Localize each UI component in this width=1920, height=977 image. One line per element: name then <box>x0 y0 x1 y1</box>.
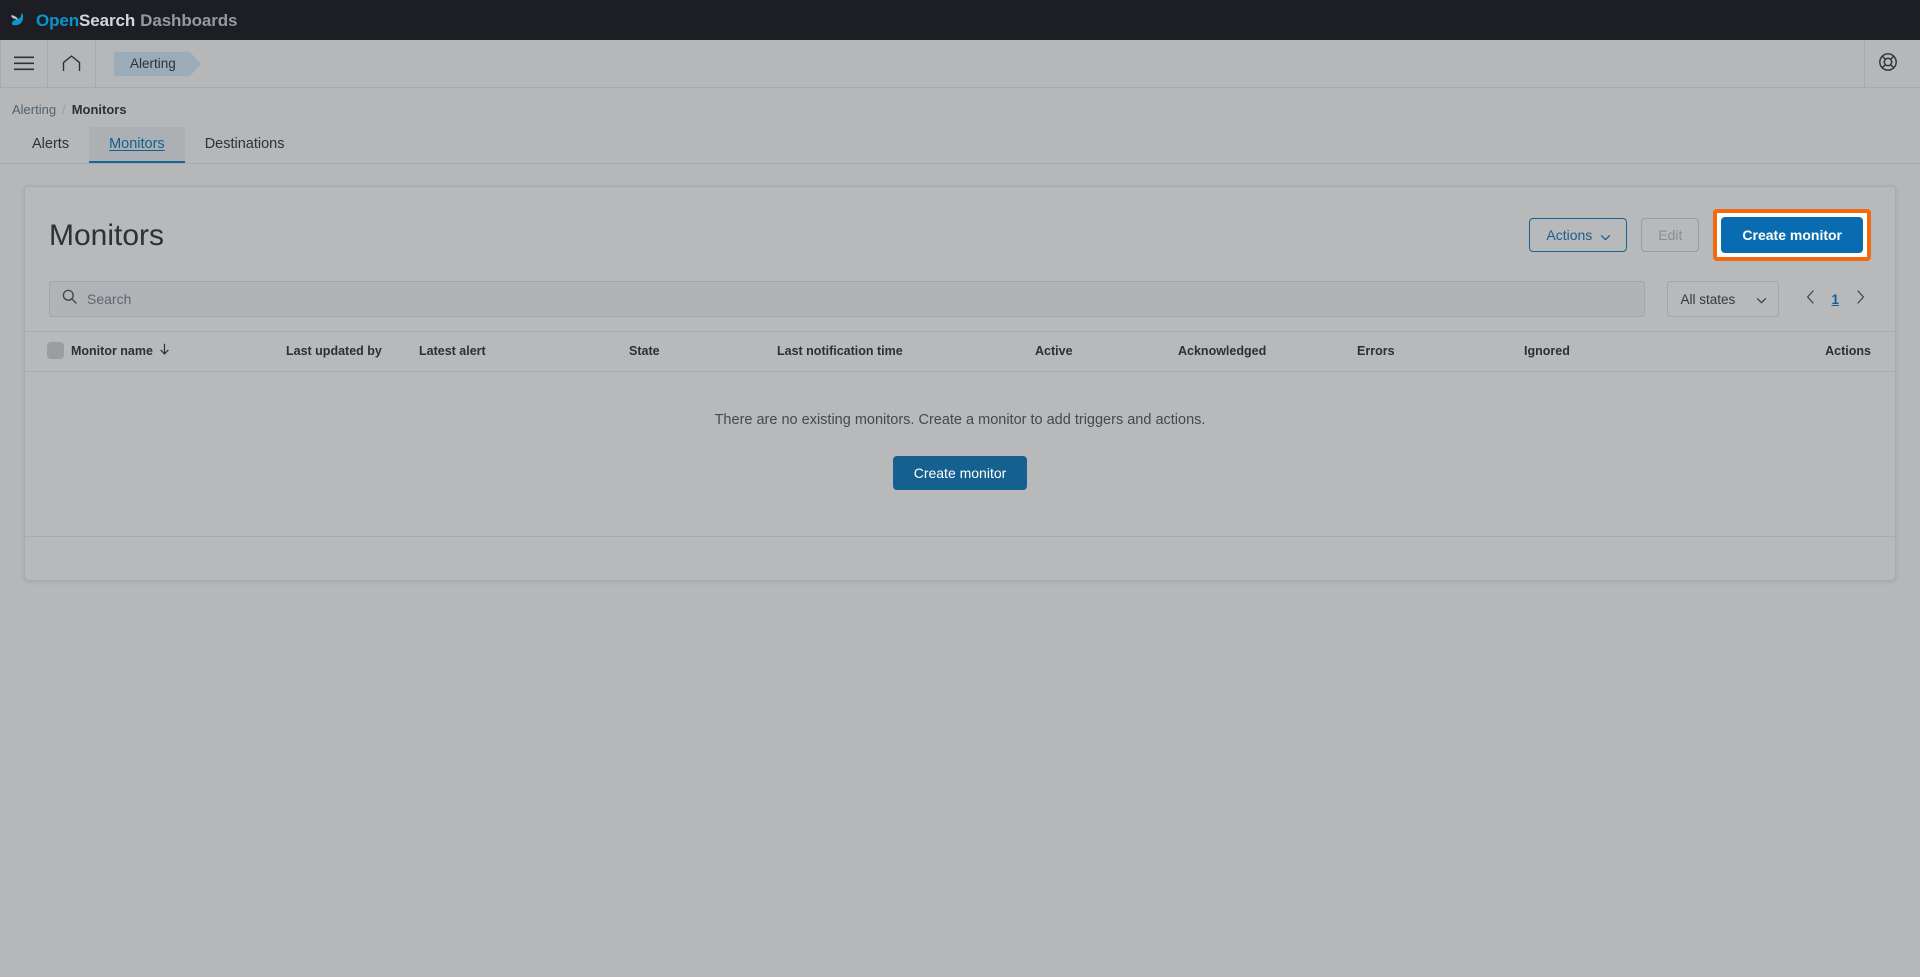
home-icon <box>62 55 81 72</box>
state-filter-label: All states <box>1680 291 1736 307</box>
edit-button[interactable]: Edit <box>1641 218 1700 252</box>
th-last-updated-by: Last updated by <box>286 331 419 372</box>
tab-monitors[interactable]: Monitors <box>89 127 185 163</box>
page-header: Alerting / Monitors Alerts Monitors Dest… <box>0 88 1920 164</box>
actions-button[interactable]: Actions <box>1529 218 1628 252</box>
chevron-down-icon <box>1756 294 1767 304</box>
th-acknowledged: Acknowledged <box>1178 331 1357 372</box>
help-button[interactable] <box>1864 40 1910 88</box>
th-errors: Errors <box>1357 331 1524 372</box>
opensearch-logo-icon <box>8 9 30 31</box>
monitors-table-body: There are no existing monitors. Create a… <box>25 372 1895 537</box>
th-acknowledged-label: Acknowledged <box>1178 343 1267 358</box>
monitors-table-header: Monitor name Last updated by Latest aler… <box>25 331 1895 372</box>
tab-bar: Alerts Monitors Destinations <box>12 127 1920 163</box>
th-select-all <box>25 331 71 372</box>
th-active-label: Active <box>1035 343 1073 358</box>
th-state-label: State <box>629 343 660 358</box>
breadcrumb-item-monitors: Monitors <box>71 102 127 117</box>
global-nav-strip: Alerting <box>0 39 1920 88</box>
page-title: Monitors <box>49 218 165 252</box>
th-last-notification-time: Last notification time <box>777 331 1035 372</box>
search-and-filter-row: Search All states 1 <box>25 281 1895 331</box>
monitors-panel: Monitors Actions Edit Create monitor Sea… <box>24 186 1896 581</box>
app-header: OpenSearch Dashboards <box>0 0 1920 40</box>
pagination-page-1[interactable]: 1 <box>1829 292 1841 307</box>
select-all-checkbox[interactable] <box>47 342 64 359</box>
tab-monitors-label: Monitors <box>109 136 165 152</box>
empty-state-create-monitor-button[interactable]: Create monitor <box>892 456 1028 490</box>
chevron-left-icon <box>1806 289 1815 309</box>
chevron-down-icon <box>1600 230 1611 241</box>
th-latest-alert-label: Latest alert <box>419 343 486 358</box>
hamburger-menu-button[interactable] <box>0 39 48 88</box>
th-errors-label: Errors <box>1357 343 1395 358</box>
opensearch-logo[interactable]: OpenSearch Dashboards <box>8 0 238 40</box>
breadcrumb: Alerting / Monitors <box>12 102 1920 117</box>
tab-alerts-label: Alerts <box>32 136 70 152</box>
create-monitor-button-label: Create monitor <box>1742 227 1842 243</box>
th-ignored: Ignored <box>1524 331 1704 372</box>
empty-state-message: There are no existing monitors. Create a… <box>714 412 1206 428</box>
search-icon <box>62 289 77 309</box>
nav-breadcrumb-chip-alerting[interactable]: Alerting <box>114 51 201 76</box>
nav-breadcrumb-chip-label: Alerting <box>130 56 176 71</box>
th-actions-label: Actions <box>1825 343 1871 358</box>
logo-part-search: Search <box>79 10 136 30</box>
opensearch-logo-text: OpenSearch Dashboards <box>36 10 238 30</box>
tab-alerts[interactable]: Alerts <box>12 127 89 163</box>
state-filter-select[interactable]: All states <box>1667 281 1780 317</box>
logo-part-open: Open <box>36 10 80 30</box>
create-monitor-button[interactable]: Create monitor <box>1721 217 1863 253</box>
pagination: 1 <box>1801 288 1871 310</box>
th-last-notification-time-label: Last notification time <box>777 343 903 358</box>
panel-header-actions: Actions Edit Create monitor <box>1529 209 1871 261</box>
monitors-panel-header: Monitors Actions Edit Create monitor <box>25 187 1895 281</box>
th-last-updated-by-label: Last updated by <box>286 343 382 358</box>
chevron-right-icon <box>1856 289 1865 309</box>
actions-button-label: Actions <box>1546 227 1593 243</box>
logo-part-dashboards: Dashboards <box>140 10 238 30</box>
breadcrumb-item-alerting[interactable]: Alerting <box>12 102 56 117</box>
th-monitor-name-label: Monitor name <box>71 343 153 358</box>
main-content: Monitors Actions Edit Create monitor Sea… <box>0 164 1920 581</box>
th-active: Active <box>1035 331 1178 372</box>
empty-state-create-monitor-label: Create monitor <box>913 465 1007 481</box>
monitors-table: Monitor name Last updated by Latest aler… <box>25 331 1895 536</box>
arrow-down-icon <box>159 343 170 358</box>
th-actions: Actions <box>1704 331 1895 372</box>
tab-destinations-label: Destinations <box>204 136 285 152</box>
table-header-row: Monitor name Last updated by Latest aler… <box>25 331 1895 372</box>
table-empty-row: There are no existing monitors. Create a… <box>25 372 1895 537</box>
th-monitor-name[interactable]: Monitor name <box>71 331 286 372</box>
monitors-panel-footer <box>25 536 1895 580</box>
help-lifebuoy-icon <box>1878 52 1898 77</box>
create-monitor-highlight: Create monitor <box>1713 209 1871 261</box>
pagination-prev-button[interactable] <box>1801 288 1819 310</box>
hamburger-menu-icon <box>14 56 34 71</box>
search-input[interactable]: Search <box>49 281 1646 317</box>
breadcrumb-separator: / <box>62 102 66 117</box>
empty-state: There are no existing monitors. Create a… <box>25 372 1895 537</box>
pagination-next-button[interactable] <box>1851 288 1869 310</box>
tab-destinations[interactable]: Destinations <box>185 127 305 163</box>
th-ignored-label: Ignored <box>1524 343 1570 358</box>
home-button[interactable] <box>48 39 96 88</box>
edit-button-label: Edit <box>1658 227 1683 243</box>
th-latest-alert: Latest alert <box>419 331 629 372</box>
search-input-placeholder: Search <box>87 291 132 307</box>
th-state: State <box>629 331 777 372</box>
